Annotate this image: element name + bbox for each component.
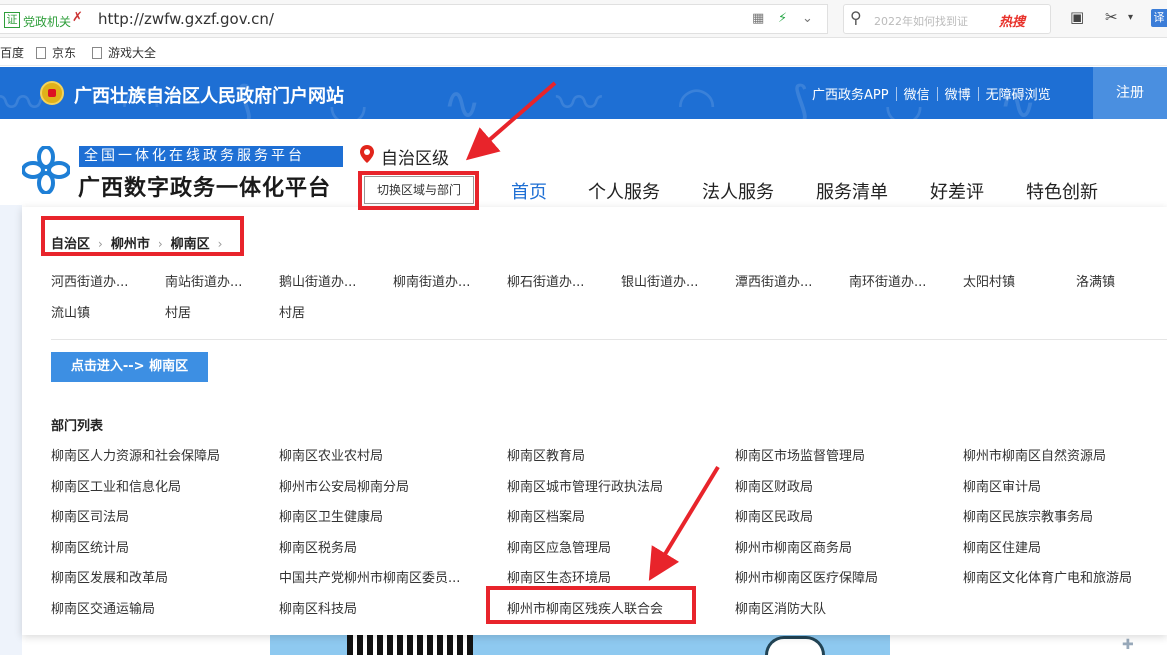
nav-service-list[interactable]: 服务清单	[816, 178, 888, 204]
scissors-icon[interactable]: ✂	[1105, 8, 1118, 26]
lightning-icon[interactable]: ⚡	[778, 11, 787, 26]
department-link[interactable]: 柳州市柳南区自然资源局	[963, 445, 1106, 464]
department-list-title: 部门列表	[51, 419, 104, 434]
site-title[interactable]: 广西壮族自治区人民政府门户网站	[74, 82, 344, 108]
accessibility-link[interactable]: 无障碍浏览	[986, 88, 1051, 103]
site-header: 〰 ◠ ⟆ ◡ ∿ 〰 ◠ ⟆ ◡ ∿ 广西壮族自治区人民政府门户网站 广西政务…	[0, 67, 1167, 119]
url-box[interactable]: 证 党政机关 ✗ http://zwfw.gxzf.gov.cn/ ▦ ⚡ ⌄	[0, 4, 828, 34]
department-link[interactable]: 柳南区应急管理局	[507, 537, 611, 556]
search-icon: ⚲	[850, 8, 862, 27]
enter-district-button[interactable]: 点击进入--> 柳南区	[51, 352, 208, 382]
hot-search-label[interactable]: 热搜	[999, 11, 1025, 30]
town-link[interactable]: 南环街道办...	[849, 271, 926, 290]
department-link[interactable]: 柳州市公安局柳南分局	[279, 476, 409, 495]
department-link[interactable]: 柳南区发展和改革局	[51, 567, 168, 586]
platform-name[interactable]: 广西数字政务一体化平台	[78, 170, 331, 202]
town-link[interactable]: 南站街道办...	[165, 271, 242, 290]
department-link[interactable]: 中国共产党柳州市柳南区委员...	[279, 567, 460, 586]
nav-review[interactable]: 好差评	[930, 178, 984, 204]
nav-innovation[interactable]: 特色创新	[1026, 178, 1098, 204]
weibo-link[interactable]: 微博	[945, 88, 971, 103]
nav-personal-services[interactable]: 个人服务	[588, 178, 660, 204]
department-link[interactable]: 柳州市柳南区医疗保障局	[735, 567, 878, 586]
page-icon	[92, 47, 102, 59]
illustration-fragment	[765, 636, 825, 655]
page-icon	[36, 47, 46, 59]
department-link[interactable]: 柳州市柳南区商务局	[735, 537, 852, 556]
platform-tagline: 全国一体化在线政务服务平台	[79, 146, 343, 167]
nav-legal-person-services[interactable]: 法人服务	[702, 178, 774, 204]
department-link[interactable]: 柳南区教育局	[507, 445, 585, 464]
department-link[interactable]: 柳南区科技局	[279, 598, 357, 617]
department-link[interactable]: 柳南区民族宗教事务局	[963, 506, 1093, 525]
url-text[interactable]: http://zwfw.gxzf.gov.cn/	[98, 10, 274, 28]
qr-code-fragment	[347, 634, 473, 655]
town-link[interactable]: 村居	[279, 302, 305, 321]
panel-divider	[51, 339, 1167, 340]
town-link[interactable]: 村居	[165, 302, 191, 321]
browser-address-bar: 证 党政机关 ✗ http://zwfw.gxzf.gov.cn/ ▦ ⚡ ⌄ …	[0, 0, 1167, 38]
department-link[interactable]: 柳南区城市管理行政执法局	[507, 476, 663, 495]
browser-search-box[interactable]: ⚲ 2022年如何找到证 热搜	[843, 4, 1051, 34]
department-link[interactable]: 柳南区档案局	[507, 506, 585, 525]
highlight-breadcrumb	[41, 216, 244, 256]
department-link[interactable]: 柳南区人力资源和社会保障局	[51, 445, 220, 464]
department-link[interactable]: 柳南区生态环境局	[507, 567, 611, 586]
department-link[interactable]: 柳南区住建局	[963, 537, 1041, 556]
certificate-icon[interactable]: 证	[4, 12, 20, 28]
register-button[interactable]: 注册	[1093, 67, 1167, 119]
department-link[interactable]: 柳南区司法局	[51, 506, 129, 525]
town-link[interactable]: 太阳村镇	[963, 271, 1015, 290]
bookmark-item[interactable]: 百度	[0, 44, 24, 61]
department-link[interactable]: 柳南区民政局	[735, 506, 813, 525]
plus-icon: ✚	[1122, 637, 1134, 653]
highlight-switch-region	[358, 171, 479, 210]
department-link[interactable]: 柳南区农业农村局	[279, 445, 383, 464]
department-link[interactable]: 柳南区交通运输局	[51, 598, 155, 617]
location-pin-icon	[360, 145, 374, 163]
platform-logo-icon[interactable]	[22, 146, 70, 194]
page-background	[0, 205, 22, 655]
certificate-label: 党政机关	[23, 15, 72, 29]
department-link[interactable]: 柳南区市场监督管理局	[735, 445, 865, 464]
department-link[interactable]: 柳南区卫生健康局	[279, 506, 383, 525]
town-link[interactable]: 洛满镇	[1076, 271, 1115, 290]
chevron-down-icon[interactable]: ⌄	[802, 11, 813, 26]
town-link[interactable]: 潭西街道办...	[735, 271, 812, 290]
dropdown-icon[interactable]: ▾	[1128, 12, 1133, 23]
current-region: 自治区级	[381, 149, 449, 169]
town-link[interactable]: 流山镇	[51, 302, 90, 321]
nav-home[interactable]: 首页	[511, 178, 547, 204]
department-link[interactable]: 柳南区工业和信息化局	[51, 476, 181, 495]
department-link[interactable]: 柳南区审计局	[963, 476, 1041, 495]
town-link[interactable]: 河西街道办...	[51, 271, 128, 290]
bookmark-item[interactable]: 京东	[36, 44, 76, 61]
town-link[interactable]: 银山街道办...	[621, 271, 698, 290]
town-link[interactable]: 柳石街道办...	[507, 271, 584, 290]
wechat-link[interactable]: 微信	[904, 88, 930, 103]
department-link[interactable]: 柳南区税务局	[279, 537, 357, 556]
bookmarks-bar: 百度 京东 游戏大全	[0, 38, 1167, 66]
department-link[interactable]: 柳南区统计局	[51, 537, 129, 556]
reader-icon[interactable]: ▣	[1070, 8, 1084, 26]
national-emblem-icon	[40, 81, 64, 105]
highlight-disabled-persons-federation	[486, 586, 696, 624]
bookmark-item[interactable]: 游戏大全	[92, 44, 156, 61]
site-links: 广西政务APP 微信 微博 无障碍浏览	[812, 84, 1051, 103]
town-link[interactable]: 柳南街道办...	[393, 271, 470, 290]
department-link[interactable]: 柳南区文化体育广电和旅游局	[963, 567, 1132, 586]
translate-button[interactable]: 译	[1151, 9, 1167, 27]
town-link[interactable]: 鹅山街道办...	[279, 271, 356, 290]
grid-icon[interactable]: ▦	[752, 11, 764, 26]
app-link[interactable]: 广西政务APP	[812, 88, 889, 103]
department-link[interactable]: 柳南区财政局	[735, 476, 813, 495]
insecure-icon: ✗	[72, 10, 83, 25]
search-placeholder[interactable]: 2022年如何找到证	[874, 13, 994, 29]
department-link[interactable]: 柳南区消防大队	[735, 598, 826, 617]
